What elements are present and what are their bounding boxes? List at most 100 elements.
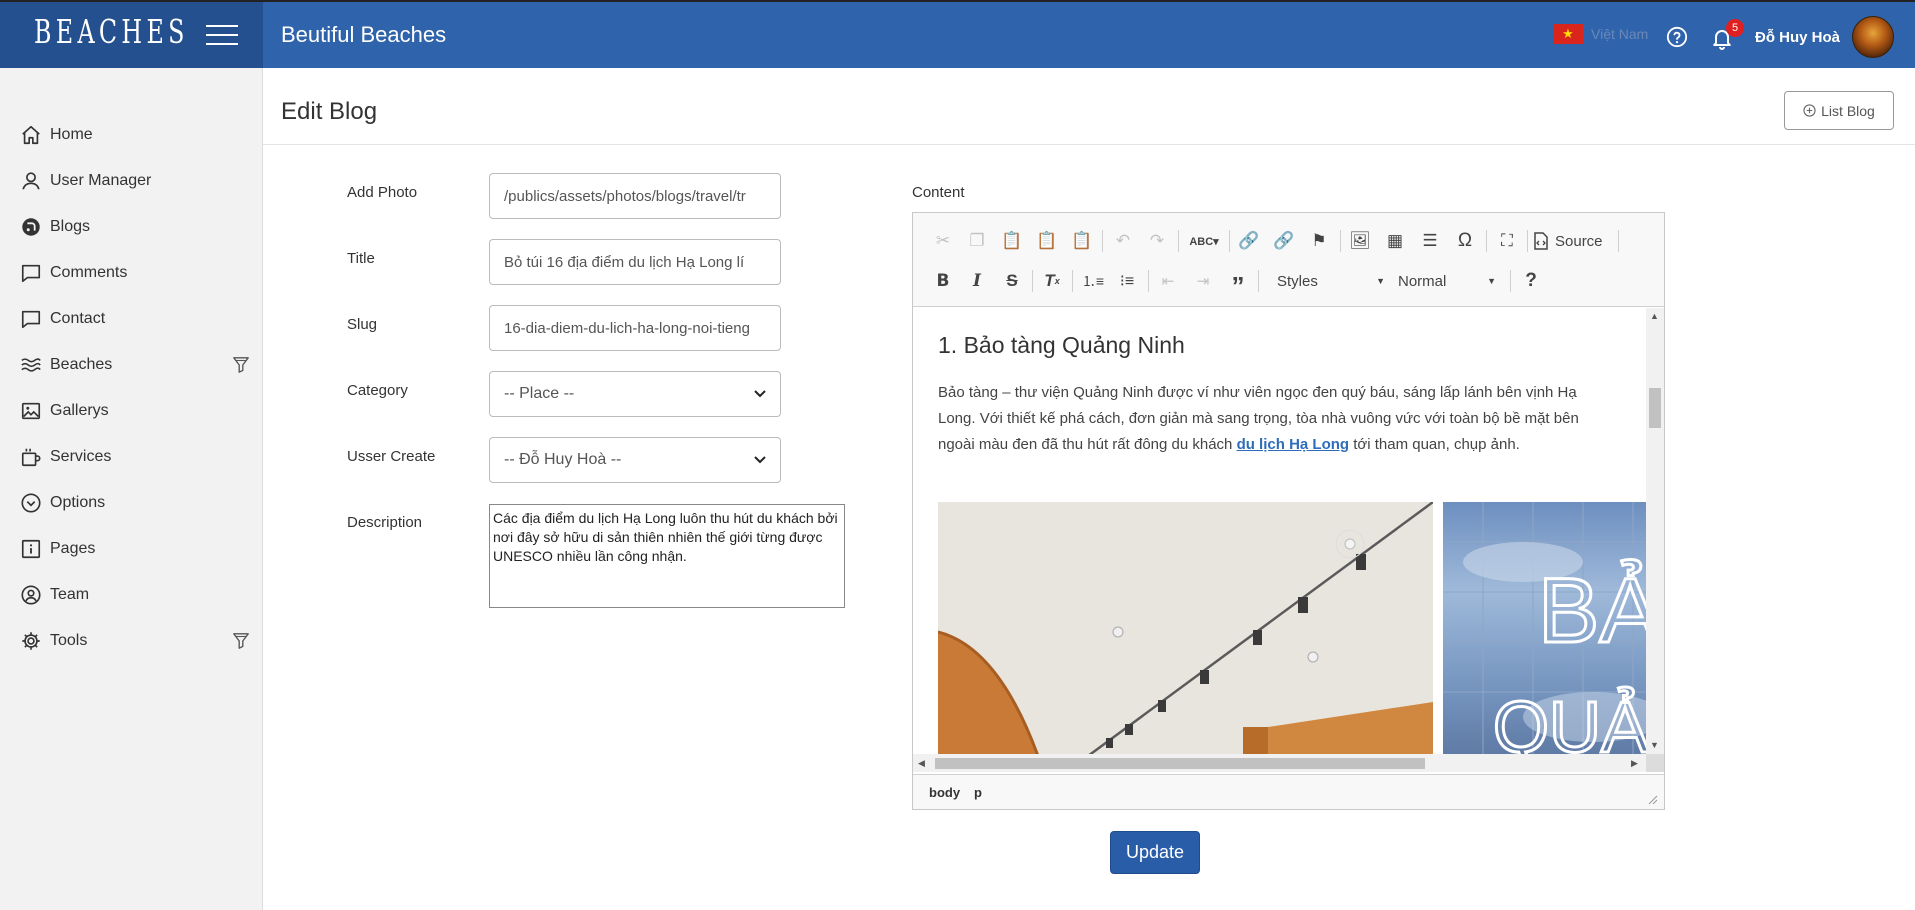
user-create-selected-value: -- Đỗ Huy Hoà --	[504, 451, 622, 468]
undo-icon[interactable]: ↶	[1109, 227, 1137, 255]
horizontal-line-icon[interactable]: ☰	[1416, 227, 1444, 255]
filter-icon[interactable]	[232, 356, 250, 374]
photo-input[interactable]	[489, 173, 781, 219]
decrease-indent-icon[interactable]: ⇤	[1154, 267, 1182, 295]
photo-label: Add Photo	[347, 184, 418, 201]
increase-indent-icon[interactable]: ⇥	[1189, 267, 1217, 295]
paste-icon[interactable]: 📋	[998, 227, 1026, 255]
slug-input[interactable]	[489, 305, 781, 351]
title-label: Title	[347, 250, 375, 267]
filter-icon[interactable]	[232, 632, 250, 650]
source-button[interactable]: Source	[1533, 227, 1603, 255]
page-header: Edit Blog List Blog	[263, 68, 1915, 145]
content-label: Content	[912, 184, 965, 201]
user-name[interactable]: Đỗ Huy Hoà	[1755, 29, 1840, 46]
cut-icon[interactable]: ✂	[929, 227, 957, 255]
sidebar-item-label: Home	[50, 126, 93, 143]
update-button[interactable]: Update	[1110, 831, 1200, 874]
blockquote-icon[interactable]: ”	[1224, 267, 1252, 301]
services-icon	[21, 448, 41, 467]
sidebar-item-team[interactable]: Team	[0, 575, 263, 615]
blog-icon	[22, 218, 40, 236]
plus-circle-icon	[1803, 104, 1816, 117]
options-icon	[21, 493, 41, 513]
numbered-list-icon[interactable]: ⒈≡	[1079, 267, 1107, 295]
paste-word-icon[interactable]: 📋	[1068, 227, 1096, 255]
sidebar-item-label: User Manager	[50, 172, 152, 189]
maximize-icon[interactable]: ⛶	[1493, 227, 1521, 255]
editor-vertical-scrollbar[interactable]: ▲ ▼	[1646, 308, 1664, 754]
contact-icon	[21, 310, 41, 329]
museum-sign-text: BẢ	[1538, 558, 1646, 662]
category-selected-value: -- Place --	[504, 385, 575, 402]
sidebar-item-user-manager[interactable]: User Manager	[0, 161, 263, 201]
sidebar-item-options[interactable]: Options	[0, 483, 263, 523]
top-bar: BEACHES Beutiful Beaches ★ Việt Nam 5 Đỗ…	[0, 0, 1915, 68]
sidebar-item-services[interactable]: Services	[0, 437, 263, 477]
language-label: Việt Nam	[1591, 26, 1649, 42]
menu-toggle-button[interactable]	[206, 25, 238, 47]
resize-grip-icon[interactable]	[1648, 795, 1658, 805]
category-select[interactable]: -- Place --	[489, 371, 781, 417]
user-create-select[interactable]: -- Đỗ Huy Hoà --	[489, 437, 781, 483]
category-label: Category	[347, 382, 408, 399]
styles-dropdown[interactable]: Styles ▼	[1271, 267, 1391, 295]
home-icon	[22, 125, 40, 145]
paste-text-icon[interactable]: 📋	[1033, 227, 1061, 255]
sidebar-item-label: Tools	[50, 632, 88, 649]
waves-icon	[21, 358, 41, 372]
chevron-down-icon	[754, 456, 766, 464]
title-input[interactable]	[489, 239, 781, 285]
caret-down-icon: ▼	[1376, 276, 1385, 286]
path-p[interactable]: p	[974, 785, 982, 800]
sidebar-item-label: Team	[50, 586, 90, 603]
redo-icon[interactable]: ↷	[1143, 227, 1171, 255]
description-textarea[interactable]: Các địa điểm du lịch Hạ Long luôn thu hú…	[489, 504, 845, 608]
language-selector[interactable]: ★ Việt Nam	[1553, 24, 1648, 44]
editor-horizontal-scrollbar[interactable]: ◀ ▶	[913, 754, 1646, 772]
styles-label: Styles	[1277, 272, 1318, 290]
sidebar-item-label: Options	[50, 494, 106, 511]
sidebar-item-home[interactable]: Home	[0, 115, 263, 155]
brand-logo[interactable]: BEACHES	[34, 12, 189, 51]
list-blog-label: List Blog	[1821, 102, 1875, 119]
link-icon[interactable]: 🔗	[1235, 227, 1263, 255]
editor-content-area[interactable]: 1. Bảo tàng Quảng Ninh Bảo tàng – thư vi…	[913, 308, 1646, 754]
remove-format-icon[interactable]: Tx	[1038, 267, 1066, 295]
sidebar-item-gallerys[interactable]: Gallerys	[0, 391, 263, 431]
anchor-flag-icon[interactable]: ⚑	[1305, 227, 1333, 255]
copy-icon[interactable]: ❐	[963, 227, 991, 255]
italic-icon[interactable]: I	[963, 267, 991, 295]
image-icon[interactable]: 🖼	[1346, 227, 1374, 255]
avatar[interactable]	[1852, 16, 1894, 58]
bold-icon[interactable]: B	[929, 267, 957, 295]
sidebar-item-tools[interactable]: Tools	[0, 621, 263, 661]
bulleted-list-icon[interactable]: ⁝≡	[1113, 267, 1141, 295]
sidebar-item-beaches[interactable]: Beaches	[0, 345, 263, 385]
special-char-icon[interactable]: Ω	[1451, 227, 1479, 255]
museum-sign-text: QUẢ	[1493, 687, 1646, 754]
sidebar-item-comments[interactable]: Comments	[0, 253, 263, 293]
format-dropdown[interactable]: Normal ▼	[1392, 267, 1502, 295]
list-blog-button[interactable]: List Blog	[1784, 91, 1894, 130]
comment-icon	[21, 264, 41, 283]
content-link[interactable]: du lịch Hạ Long	[1237, 436, 1350, 453]
help-icon[interactable]	[1666, 26, 1688, 48]
strikethrough-icon[interactable]: S	[998, 267, 1026, 295]
user-icon	[22, 172, 40, 190]
sidebar-item-pages[interactable]: Pages	[0, 529, 263, 569]
sidebar-item-blogs[interactable]: Blogs	[0, 207, 263, 247]
museum-interior-image[interactable]	[938, 502, 1433, 754]
help-icon[interactable]: ?	[1517, 267, 1545, 295]
gear-icon	[22, 632, 40, 650]
museum-facade-image[interactable]: BẢ QUẢ	[1443, 502, 1646, 754]
sidebar-item-contact[interactable]: Contact	[0, 299, 263, 339]
sidebar-item-label: Blogs	[50, 218, 91, 235]
table-icon[interactable]: ▦	[1381, 227, 1409, 255]
unlink-icon[interactable]: 🔗	[1270, 227, 1298, 255]
rich-text-editor: ✂ ❐ 📋 📋 📋 ↶ ↷ ABC▾ 🔗 🔗 ⚑ 🖼 ▦ ☰ Ω ⛶ Sourc…	[912, 212, 1665, 810]
notification-badge: 5	[1726, 19, 1744, 37]
path-body[interactable]: body	[929, 785, 960, 800]
spellcheck-icon[interactable]: ABC▾	[1185, 227, 1223, 255]
slug-label: Slug	[347, 316, 378, 333]
